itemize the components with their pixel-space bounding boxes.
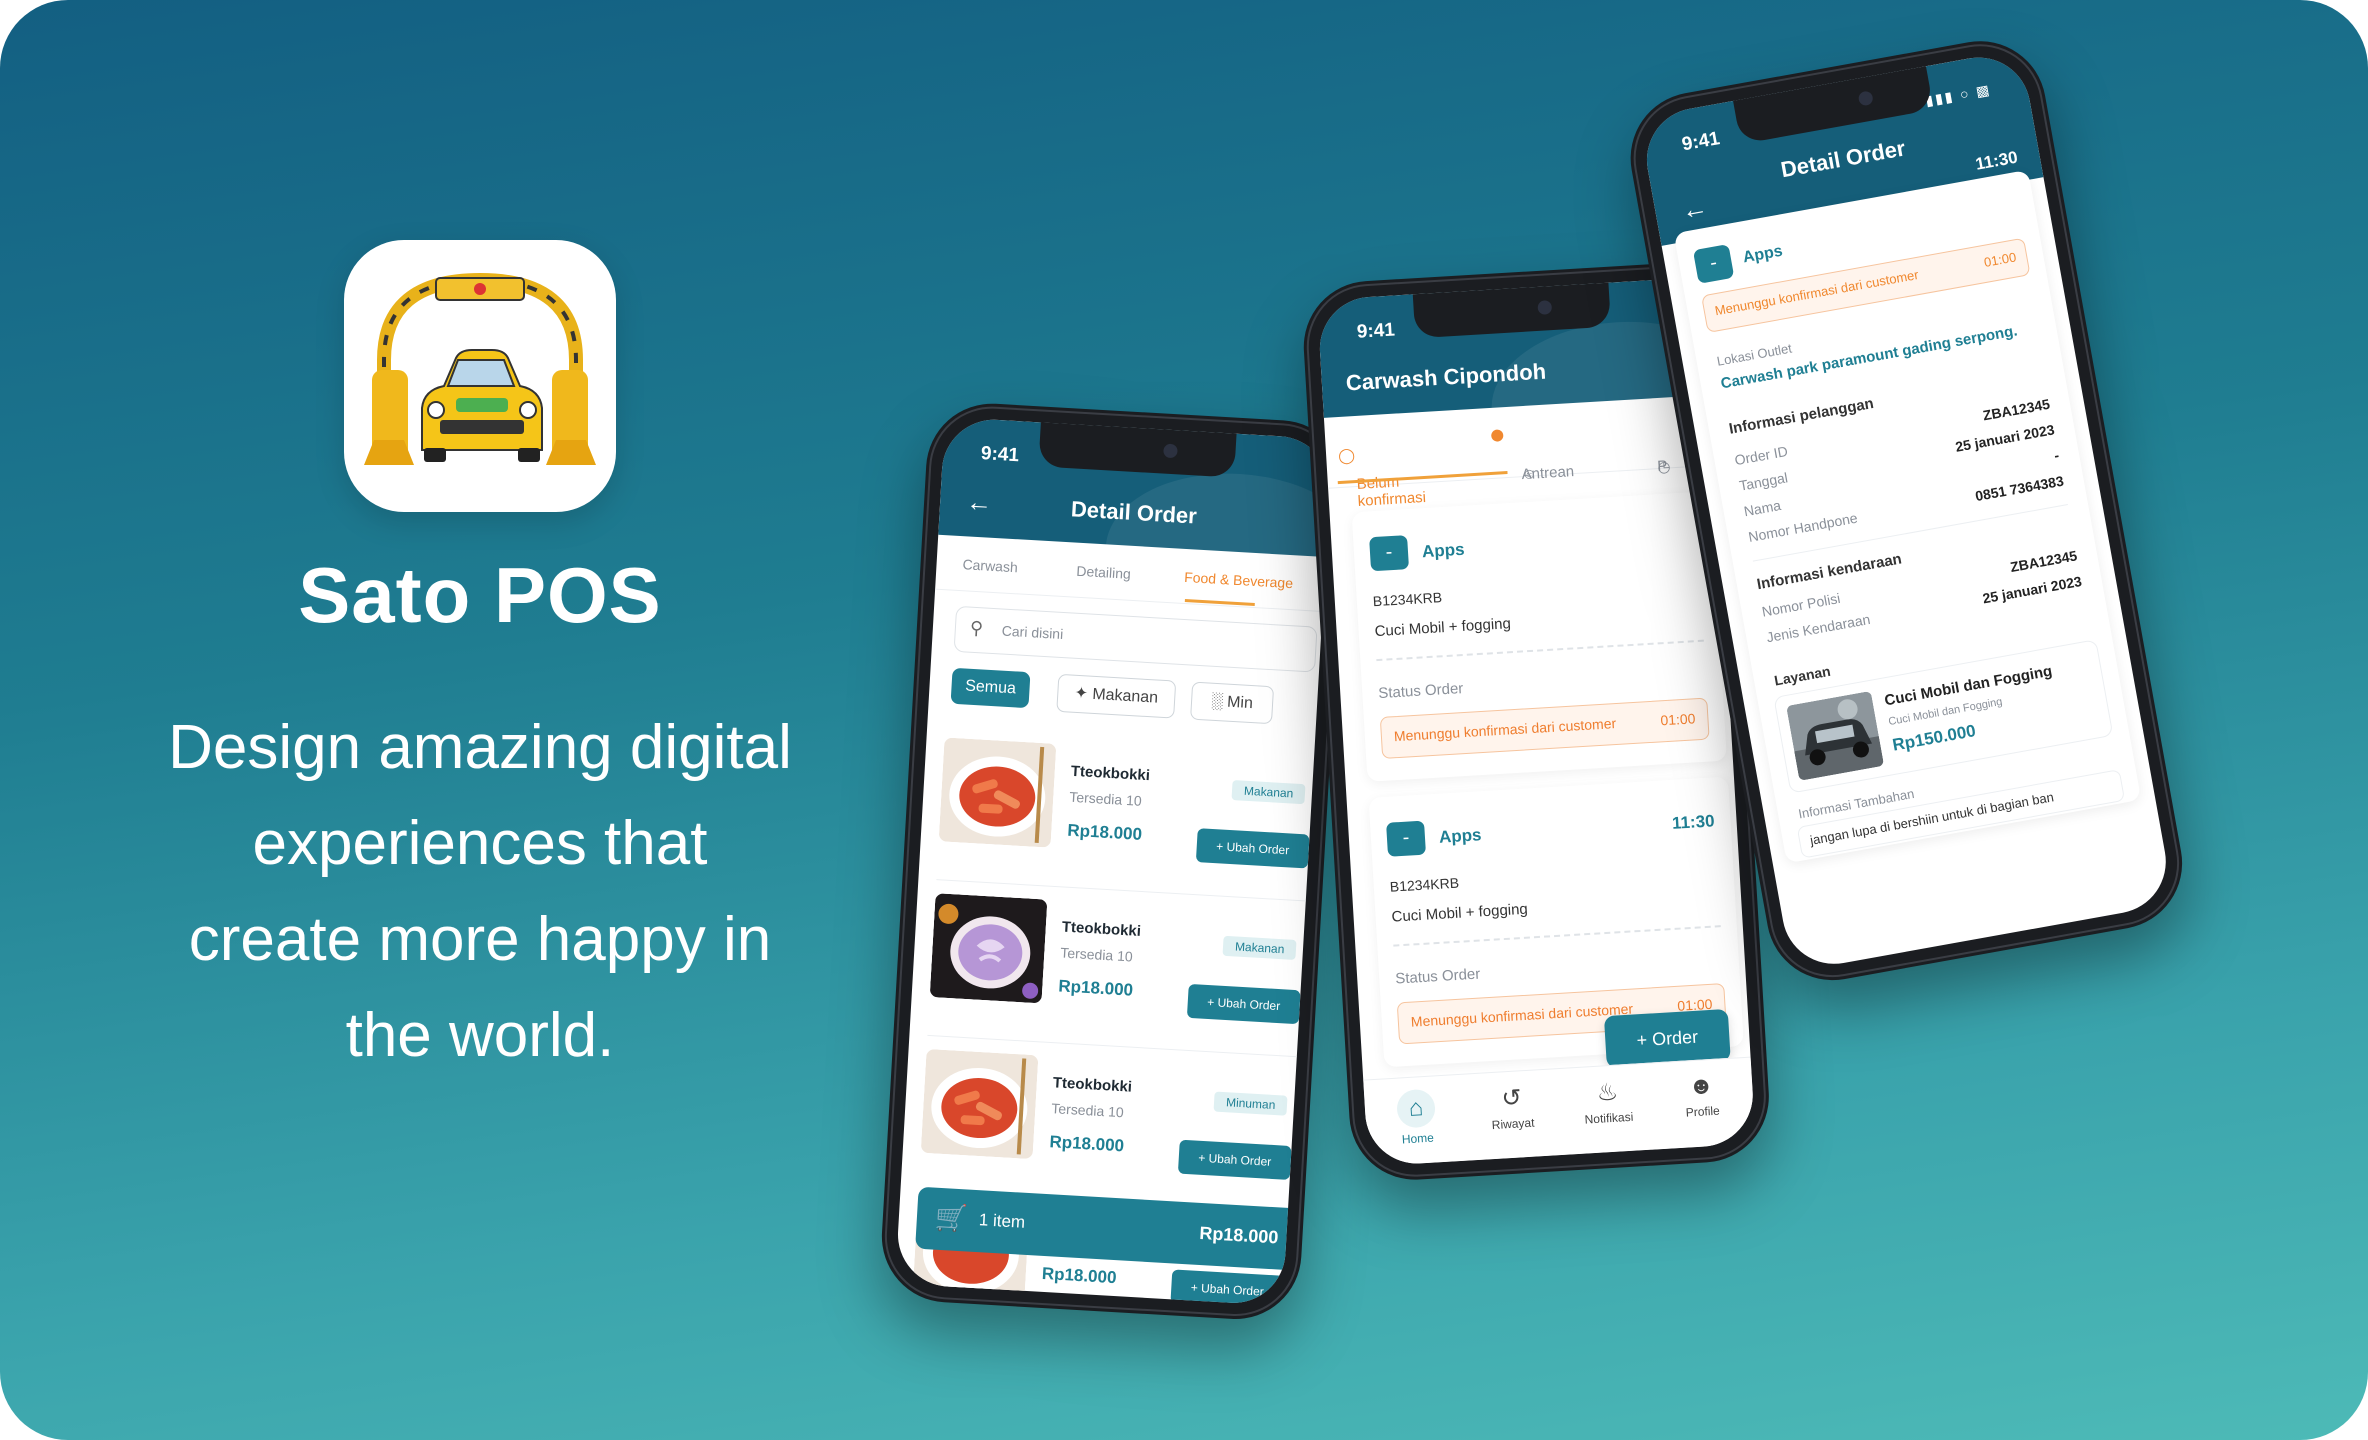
tagline-line: Design amazing digital [168,713,792,782]
service-price: Rp150.000 [1891,721,1978,755]
item-stock: Tersedia 10 [1068,788,1143,809]
nav-riwayat[interactable]: ↺ Riwayat [1466,1081,1559,1133]
item-price: Rp18.000 [1048,1132,1125,1156]
tab-detailing[interactable]: Detailing [1076,563,1131,582]
item-name: Tteokbokki [1061,918,1142,941]
order-card[interactable]: - Apps B1234KRB Cuci Mobil + fogging Sta… [1351,490,1727,782]
status-time: 9:41 [980,443,1020,467]
service-card: Cuci Mobil dan Fogging Cuci Mobil dan Fo… [1773,639,2114,794]
collapse-button[interactable]: - [1386,820,1426,857]
phone-detail-order-fnb: 9:41 ← Detail Order Carwash Detailing Fo… [878,400,1350,1323]
item-stock: Tersedia 10 [1059,944,1134,965]
category-badge: Makanan [1222,935,1297,960]
taro-latte-image [929,893,1048,1004]
status-label: Status Order [1394,965,1481,988]
carwash-logo-icon [364,272,596,465]
user-icon: ☻ [1687,1071,1715,1101]
filter-all[interactable]: Semua [950,667,1031,709]
edit-order-button[interactable]: + Ubah Order [1177,1139,1292,1180]
service-name: Cuci Mobil + fogging [1391,900,1529,926]
detail-row: Nomor Handpone 0851 7364383 [1747,472,2065,545]
history-icon: ↺ [1500,1084,1523,1113]
phone-screen: 9:41 ← Detail Order Carwash Detailing Fo… [895,416,1333,1306]
item-name: Tteokbokki [1070,762,1151,785]
service-name: Cuci Mobil + fogging [1374,615,1512,641]
filter-minuman[interactable]: ░ Min [1190,681,1275,725]
item-price: Rp18.000 [1041,1263,1118,1288]
item-price: Rp18.000 [1066,820,1143,844]
item-stock: Tersedia 10 [1050,1100,1125,1121]
list-item[interactable]: Tteokbokki Tersedia 10 Rp18.000 Minuman … [919,1048,1306,1211]
list-item[interactable]: Tteokbokki Tersedia 10 Rp18.000 Makanan … [937,737,1324,899]
order-time: 11:30 [1671,811,1716,833]
edit-order-button[interactable]: + Ubah Order [1186,983,1301,1025]
nav-home[interactable]: ⌂ Home [1370,1087,1463,1148]
cutlery-icon: ✦ [1074,684,1093,703]
app-name: Sato POS [298,551,662,639]
status-time: 9:41 [1680,128,1722,156]
category-badge: Makanan [1231,780,1306,805]
plate-number: B1234KRB [1389,874,1460,895]
bottom-navigation: ⌂ Home ↺ Riwayat ♨ Notifikasi ☻ Profile [1363,1056,1756,1167]
nav-notifikasi[interactable]: ♨ Notifikasi [1562,1076,1655,1128]
edit-order-button[interactable]: + Ubah Order [1195,828,1310,869]
status-badge: Menunggu konfirmasi dari customer 01:00 [1379,697,1710,759]
tteokbokki-image [938,737,1057,848]
collapse-button[interactable]: - [1369,535,1410,572]
item-price: Rp18.000 [1057,976,1134,1000]
service-label: Layanan [1772,662,1832,689]
tab-carwash[interactable]: Carwash [962,556,1018,575]
status-time: 9:41 [1356,319,1396,343]
plate-number: B1234KRB [1372,589,1443,610]
home-icon: ⌂ [1395,1088,1437,1129]
tagline-line: create more happy in [188,905,772,974]
nav-profile[interactable]: ☻ Profile [1655,1070,1748,1121]
edit-order-button[interactable]: + Ubah Order [1170,1269,1285,1306]
customer-section-title: Informasi pelanggan [1727,394,1876,438]
search-placeholder: Cari disini [1001,622,1064,643]
bell-icon: ♨ [1595,1078,1619,1107]
car-photo-image [1786,690,1885,781]
list-item[interactable]: Tteokbokki Tersedia 10 Rp18.000 Makanan … [928,893,1315,1055]
order-detail-card: - Apps Menunggu konfirmasi dari customer… [1673,169,2142,864]
cart-count: 1 item [978,1210,1026,1232]
search-icon: ⚲ [969,617,984,639]
app-logo [344,240,616,512]
order-source: Apps [1438,825,1482,847]
notification-dot [1490,429,1504,442]
tagline-line: the world. [345,1001,615,1070]
tagline: Design amazing digital experiences that … [120,700,840,1084]
tteokbokki-image [920,1048,1039,1160]
collapse-button[interactable]: - [1692,244,1735,284]
status-label: Status Order [1377,680,1464,703]
drink-icon: ░ [1210,692,1228,711]
filter-makanan[interactable]: ✦ Makanan [1056,673,1177,719]
signal-wifi-battery-icon: ▮▮▮ ○ ▩ [1924,81,1993,109]
promo-banner: Sato POS Design amazing digital experien… [0,0,2368,1440]
tab-food-beverage[interactable]: Food & Beverage [1184,569,1294,591]
category-badge: Minuman [1213,1091,1288,1116]
cart-icon: 🛒 [934,1201,969,1234]
cart-total: Rp18.000 [1198,1222,1279,1248]
item-name: Tteokbokki [1052,1074,1133,1096]
order-source: Apps [1741,242,1784,267]
tab-belum-konfirmasi[interactable]: ◯ Belum konfirmasi [1338,446,1427,510]
order-time: 11:30 [1973,147,2020,174]
tagline-line: experiences that [252,809,708,878]
order-source: Apps [1421,539,1466,562]
